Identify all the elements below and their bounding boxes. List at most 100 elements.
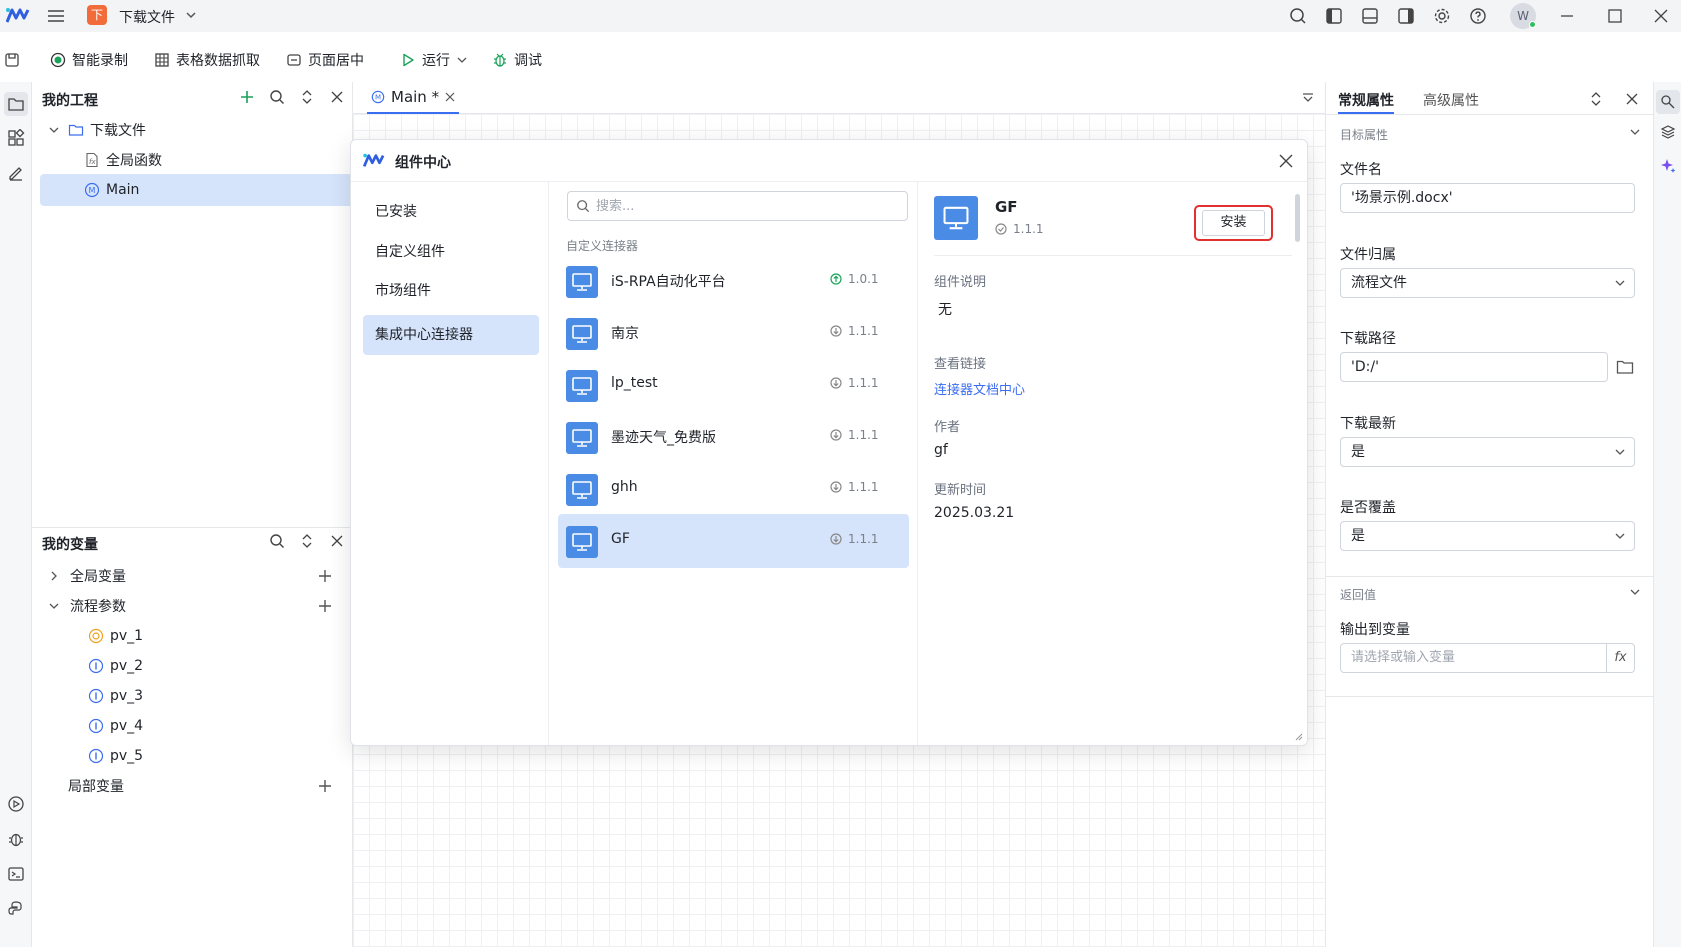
settings-gear-icon[interactable] <box>1432 6 1452 26</box>
minimize-icon[interactable] <box>1557 6 1577 26</box>
layers-icon[interactable] <box>1660 124 1676 140</box>
download-path-field[interactable]: 'D:/' <box>1340 352 1608 382</box>
component-item[interactable]: iS-RPA自动化平台 1.0.1 <box>558 254 909 308</box>
debug-button[interactable]: 调试 <box>492 50 542 70</box>
run-button[interactable]: 运行 <box>400 50 468 70</box>
smart-record-button[interactable]: 智能录制 <box>50 50 128 70</box>
search-icon[interactable] <box>1288 6 1308 26</box>
component-item[interactable]: 墨迹天气_免费版 1.1.1 <box>558 410 909 464</box>
monitor-icon <box>566 526 598 558</box>
close-icon[interactable] <box>1625 92 1639 106</box>
page-center-button[interactable]: 页面居中 <box>286 50 364 70</box>
folder-icon <box>68 124 84 136</box>
output-variable-field[interactable]: 请选择或输入变量 fx <box>1340 643 1635 673</box>
component-name: 墨迹天气_免费版 <box>611 430 716 446</box>
overwrite-select[interactable]: 是 <box>1340 521 1635 551</box>
bug-icon[interactable] <box>4 827 28 851</box>
updated-label: 更新时间 <box>934 483 987 498</box>
link-label: 查看链接 <box>934 357 987 372</box>
nav-market-components[interactable]: 市场组件 <box>363 271 539 311</box>
component-item[interactable]: ghh 1.1.1 <box>558 462 909 516</box>
dialog-title: 组件中心 <box>395 155 451 171</box>
param-item[interactable]: pv_4 <box>32 710 353 742</box>
chevron-down-icon[interactable] <box>1629 126 1641 138</box>
tree-item-global-functions[interactable]: fx 全局函数 <box>40 144 353 176</box>
local-variables-group[interactable]: 局部变量 <box>32 770 353 802</box>
tree-root-folder[interactable]: 下载文件 <box>40 114 353 146</box>
save-icon[interactable] <box>4 50 20 70</box>
component-item[interactable]: 南京 1.1.1 <box>558 306 909 360</box>
left-panel-toggle-icon[interactable] <box>1324 6 1344 26</box>
search-input[interactable] <box>596 197 896 215</box>
tab-general-props[interactable]: 常规属性 <box>1338 90 1394 110</box>
user-avatar[interactable]: W <box>1510 3 1536 29</box>
search-icon[interactable] <box>268 88 286 106</box>
table-capture-button[interactable]: 表格数据抓取 <box>154 50 260 70</box>
python-icon[interactable] <box>4 897 28 921</box>
chevron-down-icon <box>49 603 59 609</box>
help-icon[interactable] <box>1468 6 1488 26</box>
tab-main[interactable]: M Main * <box>367 82 460 114</box>
section-return-value[interactable]: 返回值 <box>1340 586 1376 603</box>
component-item-selected[interactable]: GF 1.1.1 <box>558 514 909 568</box>
maximize-icon[interactable] <box>1605 6 1625 26</box>
flow-params-group[interactable]: 流程参数 <box>32 590 353 622</box>
tab-overflow-icon[interactable] <box>1301 91 1315 105</box>
param-item[interactable]: pv_3 <box>32 680 353 712</box>
folder-icon[interactable] <box>4 92 28 116</box>
doc-link[interactable]: 连接器文档中心 <box>934 379 1025 398</box>
expand-collapse-icon[interactable] <box>298 88 316 106</box>
file-name-field[interactable]: '场景示例.docx' <box>1340 183 1635 213</box>
tree-item-main[interactable]: M Main <box>40 174 353 206</box>
play-circle-icon[interactable] <box>4 792 28 816</box>
nav-installed[interactable]: 已安装 <box>363 192 539 232</box>
chevron-down-icon[interactable] <box>1629 586 1641 598</box>
components-icon[interactable] <box>4 126 28 150</box>
resize-grip-icon[interactable] <box>1293 731 1303 741</box>
tab-advanced-props[interactable]: 高级属性 <box>1423 90 1479 110</box>
close-icon[interactable] <box>328 88 346 106</box>
param-item[interactable]: pv_2 <box>32 650 353 682</box>
global-variables-group[interactable]: 全局变量 <box>32 560 353 592</box>
nav-integration-connectors[interactable]: 集成中心连接器 <box>363 315 539 355</box>
scrollbar-thumb[interactable] <box>1295 194 1300 242</box>
browse-folder-icon[interactable] <box>1616 359 1634 375</box>
close-icon[interactable] <box>328 532 346 550</box>
properties-icon[interactable] <box>1656 90 1680 114</box>
install-button[interactable]: 安装 <box>1202 210 1265 236</box>
pen-icon[interactable] <box>4 160 28 184</box>
chevron-down-icon[interactable] <box>184 8 198 22</box>
component-center-dialog: 组件中心 已安装 自定义组件 市场组件 集成中心连接器 自定义连接器 iS-RP… <box>350 139 1308 746</box>
add-icon[interactable] <box>238 88 256 106</box>
param-item[interactable]: pv_5 <box>32 740 353 772</box>
close-tab-icon[interactable] <box>445 92 455 102</box>
chevron-down-icon <box>49 127 59 133</box>
download-latest-select[interactable]: 是 <box>1340 437 1635 467</box>
file-owner-select[interactable]: 流程文件 <box>1340 268 1635 298</box>
add-global-variable-icon[interactable] <box>317 568 333 584</box>
nav-custom-components[interactable]: 自定义组件 <box>363 232 539 272</box>
component-list-pane: 自定义连接器 iS-RPA自动化平台 1.0.1 南京 1.1.1 lp_tes… <box>549 182 918 745</box>
main-flow-icon: M <box>371 90 385 104</box>
component-version: 1.1.1 <box>830 480 879 494</box>
close-window-icon[interactable] <box>1651 6 1671 26</box>
terminal-icon[interactable] <box>4 862 28 886</box>
section-target-props[interactable]: 目标属性 <box>1340 126 1388 143</box>
expand-collapse-icon[interactable] <box>1588 91 1604 107</box>
add-flow-param-icon[interactable] <box>317 598 333 614</box>
fx-button[interactable]: fx <box>1606 644 1634 672</box>
menu-icon[interactable] <box>46 6 66 26</box>
bottom-panel-toggle-icon[interactable] <box>1360 6 1380 26</box>
project-panel: 我的工程 下载文件 fx 全局函数 M Main <box>32 82 353 525</box>
search-icon[interactable] <box>268 532 286 550</box>
add-local-variable-icon[interactable] <box>317 778 333 794</box>
expand-collapse-icon[interactable] <box>298 532 316 550</box>
right-panel-toggle-icon[interactable] <box>1396 6 1416 26</box>
input-param-icon <box>88 688 104 704</box>
param-item[interactable]: pv_1 <box>32 620 353 652</box>
ai-sparkle-icon[interactable] <box>1660 158 1676 174</box>
component-name: 南京 <box>611 326 639 342</box>
component-item[interactable]: lp_test 1.1.1 <box>558 358 909 412</box>
project-name[interactable]: 下载文件 <box>119 7 175 27</box>
close-dialog-icon[interactable] <box>1279 154 1293 168</box>
